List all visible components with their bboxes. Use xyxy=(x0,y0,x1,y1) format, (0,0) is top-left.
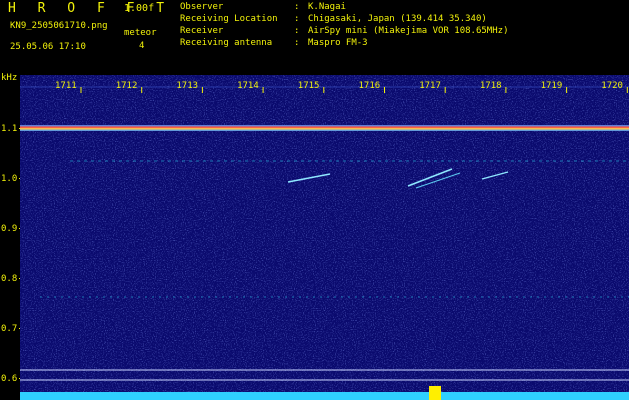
date-time: 25.05.06 17:10 xyxy=(10,42,86,52)
info-value: K.Nagai xyxy=(308,2,346,12)
meteor-label: meteor xyxy=(124,28,157,38)
info-colon: : xyxy=(294,26,300,36)
info-row-location: Receiving Location: Chigasaki, Japan (139… xyxy=(180,14,487,24)
info-key: Observer xyxy=(180,2,224,12)
info-key: Receiving Location xyxy=(180,14,278,24)
carrier-line xyxy=(20,125,629,131)
meteor-count: 4 xyxy=(139,41,145,51)
info-value: AirSpy mini (Miakejima VOR 108.65MHz) xyxy=(308,26,509,36)
x-tick-label: 1713 xyxy=(176,81,199,91)
header-panel: H R O F F T 1.00f KN9_2505061710.png met… xyxy=(0,0,629,74)
info-key: Receiving antenna xyxy=(180,38,273,48)
info-colon: : xyxy=(294,14,300,24)
power-peak xyxy=(429,386,441,400)
info-colon: : xyxy=(294,2,300,12)
x-tick-label: 1711 xyxy=(55,81,77,91)
info-key: Receiver xyxy=(180,26,224,36)
y-axis-unit: kHz xyxy=(1,73,18,83)
info-value: Maspro FM-3 xyxy=(308,38,368,48)
power-bar xyxy=(20,392,629,400)
info-colon: : xyxy=(294,38,300,48)
info-value: Chigasaki, Japan (139.414 35.340) xyxy=(308,14,487,24)
x-tick-label: 1716 xyxy=(358,81,381,91)
x-tick-label: 1717 xyxy=(419,81,441,91)
x-tick-label: 1720 xyxy=(601,81,623,91)
x-tick-label: 1718 xyxy=(479,81,502,91)
x-tick-label: 1714 xyxy=(237,81,259,91)
info-row-observer: Observer: K.Nagai xyxy=(180,2,346,12)
spectrogram-plot xyxy=(20,75,629,400)
info-row-receiver: Receiver: AirSpy mini (Miakejima VOR 108.… xyxy=(180,26,508,36)
x-tick-label: 1715 xyxy=(297,81,320,91)
file-name: KN9_2505061710.png xyxy=(10,21,108,31)
x-tick-label: 1719 xyxy=(540,81,563,91)
x-tick-label: 1712 xyxy=(115,81,138,91)
spectrogram-noise xyxy=(20,75,629,400)
info-row-antenna: Receiving antenna: Maspro FM-3 xyxy=(180,38,368,48)
app-version: 1.00f xyxy=(124,3,155,14)
